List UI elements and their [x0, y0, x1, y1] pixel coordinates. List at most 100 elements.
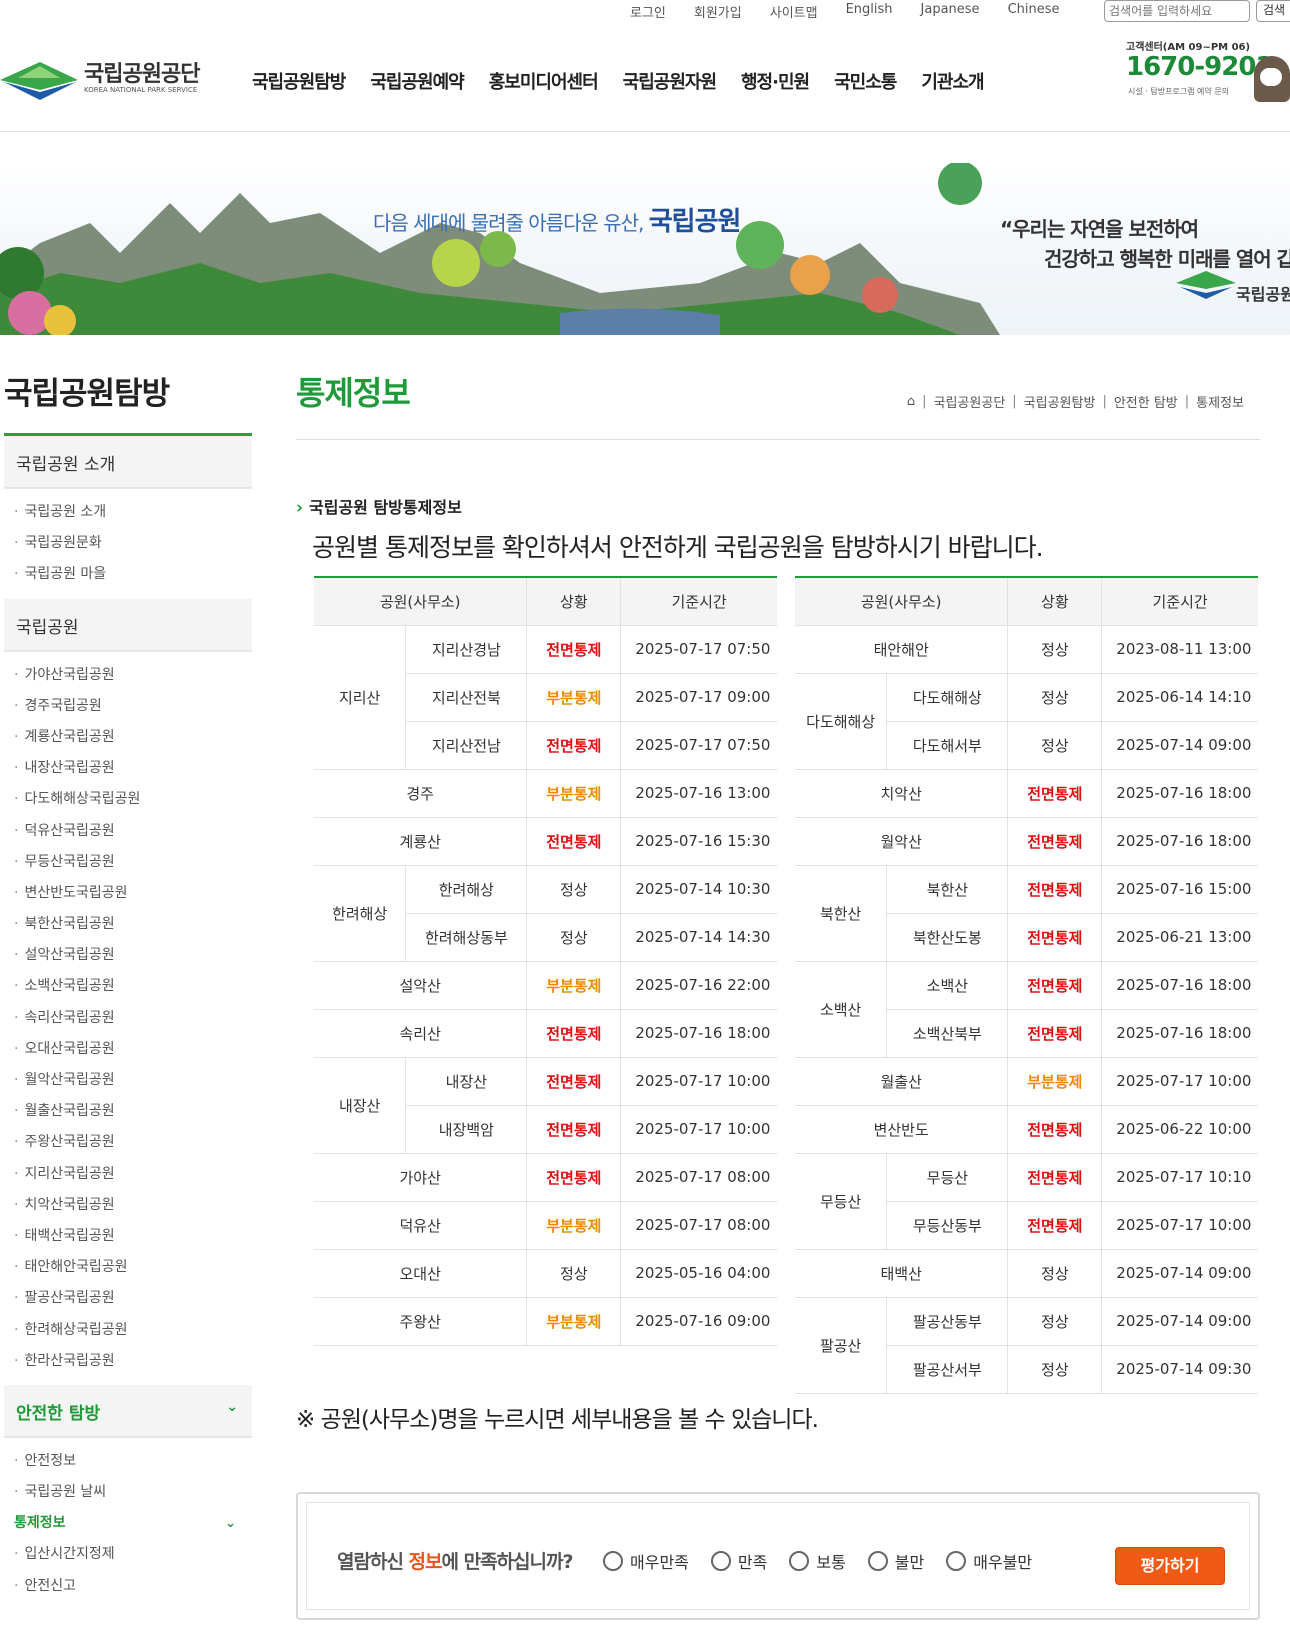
- sidebar-item-current[interactable]: 통제정보 ⌄: [14, 1508, 252, 1539]
- office-name-link[interactable]: 지리산전남: [405, 720, 528, 770]
- office-name-link[interactable]: 한려해상: [405, 864, 528, 914]
- park-name-link[interactable]: 덕유산: [314, 1200, 528, 1250]
- survey-option[interactable]: 보통: [789, 1549, 846, 1573]
- sidebar-item[interactable]: 속리산국립공원: [14, 1003, 252, 1034]
- nav-reservation[interactable]: 국립공원예약: [370, 68, 464, 94]
- park-name-link[interactable]: 월악산: [795, 816, 1009, 866]
- sidebar-item[interactable]: 태안해안국립공원: [14, 1252, 252, 1283]
- office-name-link[interactable]: 다도해해상: [886, 672, 1009, 722]
- survey-option[interactable]: 불만: [867, 1549, 924, 1573]
- office-name-link[interactable]: 소백산: [886, 960, 1009, 1010]
- park-name-link[interactable]: 북한산: [795, 864, 888, 962]
- park-name-link[interactable]: 치악산: [795, 768, 1009, 818]
- park-name-link[interactable]: 다도해해상: [795, 672, 888, 770]
- japanese-link[interactable]: Japanese: [921, 2, 980, 21]
- sidebar-item[interactable]: 치악산국립공원: [14, 1190, 252, 1221]
- sidebar-item[interactable]: 변산반도국립공원: [14, 878, 252, 909]
- sidebar-item[interactable]: 내장산국립공원: [14, 753, 252, 784]
- park-name-link[interactable]: 태안해안: [795, 624, 1009, 674]
- sidebar-item[interactable]: 한려해상국립공원: [14, 1315, 252, 1346]
- radio-button[interactable]: [946, 1551, 967, 1571]
- sidebar-item[interactable]: 국립공원문화: [14, 528, 252, 559]
- sidebar-item[interactable]: 팔공산국립공원: [14, 1283, 252, 1314]
- park-name-link[interactable]: 경주: [314, 768, 528, 818]
- sidebar-item[interactable]: 가야산국립공원: [14, 660, 252, 691]
- sidebar-group-intro[interactable]: 국립공원 소개: [4, 436, 252, 489]
- chinese-link[interactable]: Chinese: [1008, 2, 1060, 21]
- sitemap-link[interactable]: 사이트맵: [770, 2, 818, 21]
- park-name-link[interactable]: 한려해상: [314, 864, 407, 962]
- survey-option[interactable]: 매우만족: [603, 1549, 689, 1573]
- office-name-link[interactable]: 지리산경남: [405, 624, 528, 674]
- office-name-link[interactable]: 지리산전북: [405, 672, 528, 722]
- park-name-link[interactable]: 태백산: [795, 1248, 1009, 1298]
- sidebar-group-parks[interactable]: 국립공원: [4, 598, 252, 652]
- office-name-link[interactable]: 팔공산동부: [886, 1296, 1009, 1346]
- park-name-link[interactable]: 설악산: [314, 960, 528, 1010]
- survey-option[interactable]: 매우불만: [946, 1549, 1032, 1573]
- office-name-link[interactable]: 내장산: [405, 1056, 528, 1106]
- park-name-link[interactable]: 무등산: [795, 1152, 888, 1250]
- breadcrumb-item[interactable]: 국립공원공단: [934, 392, 1006, 411]
- park-name-link[interactable]: 계룡산: [314, 816, 528, 866]
- office-name-link[interactable]: 다도해서부: [886, 720, 1009, 770]
- breadcrumb-item[interactable]: 국립공원탐방: [1024, 392, 1096, 411]
- office-name-link[interactable]: 무등산동부: [886, 1200, 1009, 1250]
- park-name-link[interactable]: 가야산: [314, 1152, 528, 1202]
- survey-option[interactable]: 만족: [710, 1549, 767, 1573]
- sidebar-item[interactable]: 경주국립공원: [14, 691, 252, 722]
- park-name-link[interactable]: 주왕산: [314, 1296, 528, 1346]
- sidebar-item[interactable]: 다도해해상국립공원: [14, 784, 252, 815]
- office-name-link[interactable]: 소백산북부: [886, 1008, 1009, 1058]
- rate-button[interactable]: 평가하기: [1115, 1547, 1225, 1585]
- sidebar-item[interactable]: 한라산국립공원: [14, 1346, 252, 1377]
- sidebar-item[interactable]: 안전정보: [14, 1446, 252, 1477]
- nav-about[interactable]: 기관소개: [921, 68, 984, 94]
- sidebar-item[interactable]: 덕유산국립공원: [14, 816, 252, 847]
- sidebar-item[interactable]: 북한산국립공원: [14, 909, 252, 940]
- nav-civil-affairs[interactable]: 행정·민원: [741, 68, 810, 94]
- sidebar-item[interactable]: 무등산국립공원: [14, 847, 252, 878]
- sidebar-item[interactable]: 태백산국립공원: [14, 1221, 252, 1252]
- sidebar-item[interactable]: 주왕산국립공원: [14, 1127, 252, 1158]
- park-name-link[interactable]: 변산반도: [795, 1104, 1009, 1154]
- login-link[interactable]: 로그인: [630, 2, 666, 21]
- nav-explore[interactable]: 국립공원탐방: [252, 68, 346, 94]
- office-name-link[interactable]: 한려해상동부: [405, 912, 528, 962]
- breadcrumb-item[interactable]: 안전한 탐방: [1114, 392, 1178, 411]
- park-name-link[interactable]: 속리산: [314, 1008, 528, 1058]
- site-logo[interactable]: 국립공원공단 KOREA NATIONAL PARK SERVICE: [0, 54, 210, 104]
- sidebar-item[interactable]: 설악산국립공원: [14, 940, 252, 971]
- sidebar-item[interactable]: 월출산국립공원: [14, 1096, 252, 1127]
- office-name-link[interactable]: 내장백암: [405, 1104, 528, 1154]
- sidebar-group-safety[interactable]: 안전한 탐방 ⌄: [4, 1384, 252, 1438]
- park-name-link[interactable]: 소백산: [795, 960, 888, 1058]
- office-name-link[interactable]: 북한산: [886, 864, 1009, 914]
- sidebar-item[interactable]: 국립공원 마을: [14, 559, 252, 590]
- park-name-link[interactable]: 팔공산: [795, 1296, 888, 1394]
- search-input[interactable]: [1104, 0, 1250, 22]
- park-name-link[interactable]: 오대산: [314, 1248, 528, 1298]
- radio-button[interactable]: [710, 1551, 731, 1571]
- sidebar-item[interactable]: 계룡산국립공원: [14, 722, 252, 753]
- nav-media-center[interactable]: 홍보미디어센터: [489, 68, 599, 94]
- sidebar-item[interactable]: 입산시간지정제: [14, 1539, 252, 1570]
- sidebar-item[interactable]: 국립공원 날씨: [14, 1477, 252, 1508]
- office-name-link[interactable]: 팔공산서부: [886, 1344, 1009, 1394]
- radio-button[interactable]: [789, 1551, 810, 1571]
- radio-button[interactable]: [867, 1551, 888, 1571]
- office-name-link[interactable]: 무등산: [886, 1152, 1009, 1202]
- park-name-link[interactable]: 월출산: [795, 1056, 1009, 1106]
- nav-communication[interactable]: 국민소통: [834, 68, 897, 94]
- breadcrumb-item[interactable]: 통제정보: [1196, 392, 1244, 411]
- park-name-link[interactable]: 내장산: [314, 1056, 407, 1154]
- sidebar-item[interactable]: 안전신고: [14, 1571, 252, 1602]
- office-name-link[interactable]: 북한산도봉: [886, 912, 1009, 962]
- search-button[interactable]: 검색: [1256, 0, 1290, 22]
- english-link[interactable]: English: [846, 2, 893, 21]
- sidebar-item[interactable]: 오대산국립공원: [14, 1034, 252, 1065]
- sidebar-item[interactable]: 월악산국립공원: [14, 1065, 252, 1096]
- home-icon[interactable]: ⌂: [907, 394, 915, 409]
- signup-link[interactable]: 회원가입: [694, 2, 742, 21]
- sidebar-item[interactable]: 국립공원 소개: [14, 497, 252, 528]
